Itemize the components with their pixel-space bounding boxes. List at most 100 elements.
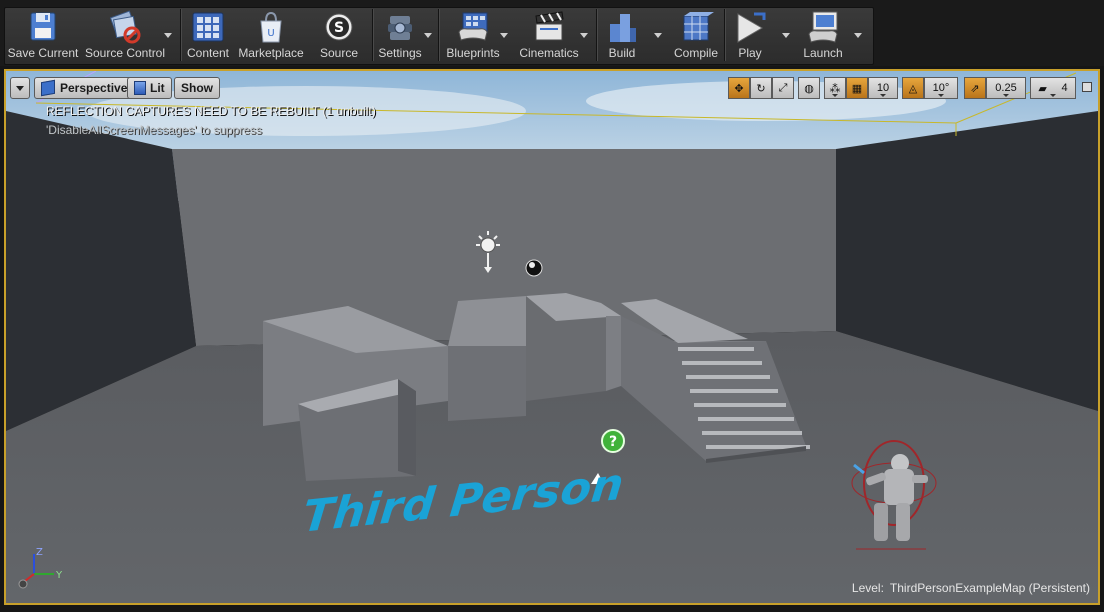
rotation-snap-toggle[interactable]: ◬: [902, 77, 924, 99]
camera-icon: ▰: [1038, 82, 1047, 95]
toolbar-separator: [372, 9, 373, 61]
world-local-button[interactable]: ◍: [798, 77, 820, 99]
rotate-icon: ↻: [756, 82, 766, 95]
show-label: Show: [181, 81, 213, 95]
source-control-dropdown[interactable]: [162, 7, 174, 63]
grid-snap-value-label: 10: [876, 82, 890, 94]
source-button[interactable]: S Source: [312, 7, 366, 63]
globe-icon: ◍: [804, 82, 814, 95]
settings-label: Settings: [378, 46, 422, 60]
surface-snap-icon: ⁂: [829, 82, 841, 95]
launch-button[interactable]: Launch: [798, 7, 848, 63]
settings-icon: [382, 10, 418, 44]
scale-snap-icon: ⇗: [970, 82, 980, 95]
grid-icon: ▦: [851, 82, 863, 95]
lit-icon: [134, 81, 146, 95]
move-icon: ✥: [734, 82, 744, 95]
chevron-down-icon: [782, 32, 790, 38]
chevron-down-icon: [500, 32, 508, 38]
level-indicator: Level: ThirdPersonExampleMap (Persistent): [852, 581, 1090, 595]
source-control-icon: [107, 10, 143, 44]
platform-center: [448, 346, 526, 421]
chevron-down-icon: [854, 32, 862, 38]
surface-snap-button[interactable]: ⁂: [824, 77, 846, 99]
lit-label: Lit: [150, 81, 165, 95]
settings-button[interactable]: Settings: [376, 7, 424, 63]
angle-icon: ◬: [908, 82, 918, 95]
cinematics-button[interactable]: Cinematics: [516, 7, 582, 63]
cinematics-label: Cinematics: [519, 46, 579, 60]
rotate-mode-button[interactable]: ↻: [750, 77, 772, 99]
axis-z-label: Z: [36, 547, 43, 558]
grid-snap-value[interactable]: 10: [868, 77, 898, 99]
perspective-button[interactable]: Perspective: [34, 77, 135, 99]
blueprints-label: Blueprints: [446, 46, 500, 60]
compile-label: Compile: [673, 46, 718, 60]
launch-icon: [805, 10, 841, 44]
suppress-hint: 'DisableAllScreenMessages' to suppress: [46, 123, 263, 137]
translate-mode-button[interactable]: ✥: [728, 77, 750, 99]
build-button[interactable]: Build: [600, 7, 644, 63]
play-button[interactable]: Play: [728, 7, 772, 63]
level-viewport[interactable]: ? Third Person Z Y Perspective Lit Show …: [4, 69, 1100, 605]
save-icon: [25, 10, 61, 44]
source-control-label: Source Control: [84, 46, 166, 60]
chevron-down-icon: [164, 32, 172, 38]
rotation-snap-value[interactable]: 10°: [924, 77, 958, 99]
chevron-down-icon: [654, 32, 662, 38]
scale-mode-button[interactable]: ⤢: [772, 77, 794, 99]
content-label: Content: [186, 46, 230, 60]
camera-speed-button[interactable]: ▰ 4: [1030, 77, 1076, 99]
build-label: Build: [608, 46, 636, 60]
toolbar-separator: [724, 9, 725, 61]
cinematics-icon: [531, 10, 567, 44]
blueprints-dropdown[interactable]: [498, 7, 510, 63]
scale-icon: ⤢: [778, 81, 788, 94]
reflection-capture-icon[interactable]: [525, 259, 543, 277]
maximize-viewport-icon[interactable]: [1082, 82, 1092, 92]
svg-text:U: U: [267, 28, 274, 39]
perspective-label: Perspective: [60, 81, 128, 95]
toolbar-separator: [180, 9, 181, 61]
play-icon: [732, 10, 768, 44]
blueprints-button[interactable]: Blueprints: [442, 7, 504, 63]
main-toolbar: Save Current Source Control Content U Ma…: [0, 0, 1104, 66]
compile-button[interactable]: Compile: [672, 7, 720, 63]
launch-dropdown[interactable]: [852, 7, 864, 63]
content-button[interactable]: Content: [184, 7, 232, 63]
camera-speed-value-label: 4: [1061, 82, 1068, 94]
level-name: ThirdPersonExampleMap (Persistent): [889, 581, 1090, 595]
marketplace-icon: U: [253, 10, 289, 44]
axis-y-label: Y: [55, 570, 63, 581]
blueprints-icon: [455, 10, 491, 44]
scale-snap-value-label: 0.25: [995, 82, 1017, 94]
perspective-icon: [41, 79, 55, 97]
chevron-down-icon: [424, 32, 432, 38]
scale-snap-value[interactable]: 0.25: [986, 77, 1026, 99]
build-dropdown[interactable]: [652, 7, 664, 63]
scale-snap-toggle[interactable]: ⇗: [964, 77, 986, 99]
save-current-label: Save Current: [7, 46, 79, 60]
save-current-button[interactable]: Save Current: [6, 7, 80, 63]
rotation-snap-value-label: 10°: [932, 82, 950, 94]
cinematics-dropdown[interactable]: [578, 7, 590, 63]
show-button[interactable]: Show: [174, 77, 220, 99]
lit-button[interactable]: Lit: [127, 77, 172, 99]
play-dropdown[interactable]: [780, 7, 792, 63]
toolbar-separator: [438, 9, 439, 61]
reflection-warning: REFLECTION CAPTURES NEED TO BE REBUILT (…: [46, 104, 376, 118]
settings-dropdown[interactable]: [422, 7, 434, 63]
viewport-options-button[interactable]: [10, 77, 30, 99]
source-label: Source: [319, 46, 359, 60]
level-label: Level:: [851, 581, 884, 595]
source-icon: S: [321, 10, 357, 44]
content-icon: [190, 10, 226, 44]
play-label: Play: [738, 46, 762, 60]
scene-render[interactable]: ? Third Person Z Y: [6, 71, 1098, 603]
launch-label: Launch: [803, 46, 843, 60]
grid-snap-toggle[interactable]: ▦: [846, 77, 868, 99]
toolbar-separator: [596, 9, 597, 61]
source-control-button[interactable]: Source Control: [84, 7, 166, 63]
marketplace-button[interactable]: U Marketplace: [238, 7, 304, 63]
chevron-down-icon: [16, 85, 24, 91]
